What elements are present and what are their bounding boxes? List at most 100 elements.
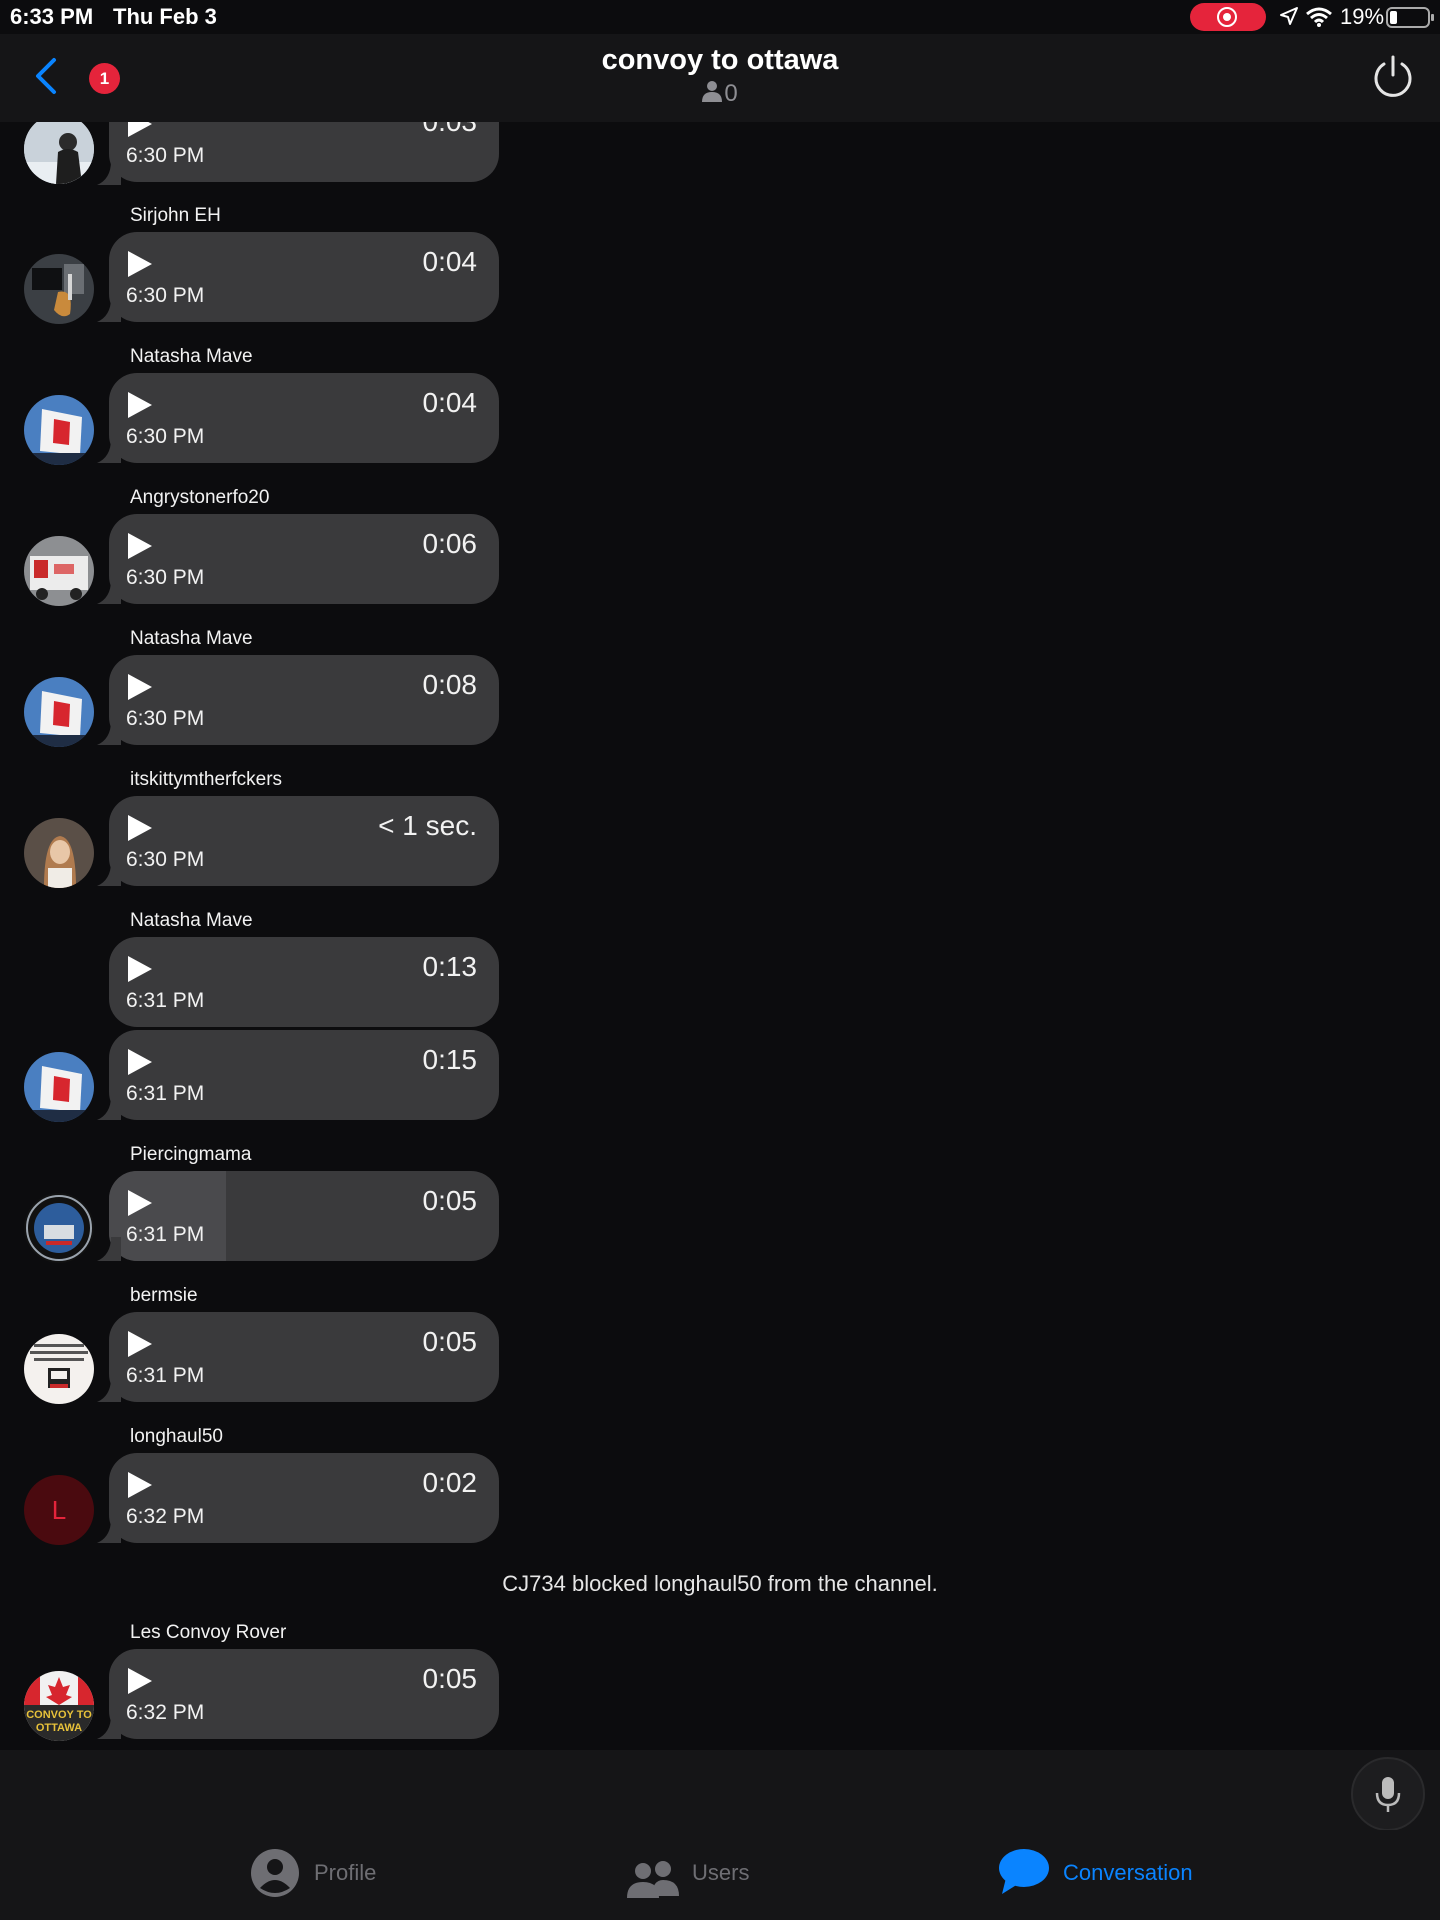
play-icon[interactable]	[126, 122, 154, 139]
bubble-tail	[97, 1378, 121, 1402]
battery-percent: 19%	[1340, 4, 1385, 29]
voice-message-bubble[interactable]: 0:06 6:30 PM	[109, 514, 499, 604]
chat-bubble-icon	[999, 1849, 1049, 1894]
play-icon[interactable]	[126, 390, 154, 420]
voice-message-bubble[interactable]: 0:04 6:30 PM	[109, 373, 499, 463]
bubble-tail	[97, 298, 121, 322]
avatar[interactable]	[24, 1193, 94, 1263]
power-icon[interactable]	[1370, 54, 1416, 100]
system-message: CJ734 blocked longhaul50 from the channe…	[502, 1571, 938, 1596]
sender-name: Sirjohn EH	[130, 205, 221, 226]
message-time: 6:30 PM	[126, 284, 205, 307]
avatar[interactable]	[24, 254, 94, 324]
avatar[interactable]	[24, 536, 94, 606]
voice-message-bubble[interactable]: 0:05 6:31 PM	[109, 1171, 499, 1261]
screen-recording-indicator[interactable]	[1190, 3, 1266, 31]
message-time: 6:30 PM	[126, 566, 205, 589]
message-duration: 0:04	[422, 246, 478, 277]
play-icon[interactable]	[126, 954, 154, 984]
sender-name: itskittymtherfckers	[130, 769, 283, 790]
wifi-icon	[1306, 7, 1332, 27]
message-duration: 0:04	[422, 387, 478, 418]
person-icon	[702, 81, 723, 102]
message-time: 6:30 PM	[126, 425, 205, 448]
voice-message-bubble[interactable]: 0:05 6:32 PM	[109, 1649, 499, 1739]
tab-label: Users	[692, 1860, 750, 1885]
message-time: 6:31 PM	[126, 1082, 205, 1105]
sender-name: Les Convoy Rover	[130, 1622, 287, 1643]
play-icon[interactable]	[126, 1666, 154, 1696]
message-duration: 0:13	[422, 951, 478, 982]
message-duration: 0:15	[422, 1044, 478, 1075]
voice-message-bubble[interactable]: 0:15 6:31 PM	[109, 1030, 499, 1120]
play-icon[interactable]	[126, 1329, 154, 1359]
voice-message-bubble[interactable]: 0:13 6:31 PM	[109, 937, 499, 1027]
tab-profile[interactable]: Profile	[250, 1830, 390, 1920]
tab-users[interactable]: Users	[625, 1830, 755, 1920]
avatar-logo-text: CONVOY TO OTTAWA	[26, 1709, 92, 1734]
voice-message-bubble[interactable]: 0:05 6:31 PM	[109, 1312, 499, 1402]
play-icon[interactable]	[126, 672, 154, 702]
avatar[interactable]	[24, 818, 94, 888]
sender-name: Piercingmama	[130, 1144, 252, 1165]
avatar[interactable]	[24, 677, 94, 747]
sender-name: Angrystonerfo20	[130, 487, 270, 508]
message-duration: 0:05	[422, 1663, 478, 1694]
bubble-tail	[97, 1519, 121, 1543]
member-count: 0	[0, 80, 1440, 108]
avatar[interactable]: CONVOY TO OTTAWA	[24, 1671, 94, 1741]
tab-label: Profile	[314, 1860, 377, 1885]
sender-name: Natasha Mave	[130, 628, 253, 649]
message-duration: < 1 sec.	[378, 810, 477, 841]
voice-message-bubble[interactable]: < 1 sec. 6:30 PM	[109, 796, 499, 886]
bubble-tail	[97, 1096, 121, 1120]
bubble-tail	[97, 161, 121, 185]
sender-name: Natasha Mave	[130, 346, 253, 367]
tab-bar: Profile Users Conversation	[0, 1830, 1440, 1920]
message-duration: 0:03	[423, 122, 478, 138]
message-time: 6:30 PM	[126, 848, 205, 871]
profile-icon	[251, 1849, 299, 1897]
bubble-tail	[97, 1237, 121, 1261]
play-icon[interactable]	[126, 813, 154, 843]
sender-name: Natasha Mave	[130, 910, 253, 931]
voice-message-bubble[interactable]: 0:04 6:30 PM	[109, 232, 499, 322]
message-duration: 0:06	[422, 528, 478, 559]
battery-icon	[1386, 7, 1434, 28]
message-duration: 0:05	[422, 1185, 478, 1216]
sender-name: bermsie	[130, 1285, 198, 1306]
message-time: 6:30 PM	[126, 707, 205, 730]
message-duration: 0:02	[422, 1467, 478, 1498]
message-list[interactable]: 0:03 6:30 PM Sirjohn EH 0:04 6:30 PM Nat…	[0, 122, 1440, 1750]
voice-message-bubble[interactable]: 0:08 6:30 PM	[109, 655, 499, 745]
sender-name: longhaul50	[130, 1426, 223, 1447]
voice-message-bubble[interactable]: 0:03 6:30 PM	[109, 122, 499, 182]
voice-message-bubble[interactable]: 0:02 6:32 PM	[109, 1453, 499, 1543]
push-to-talk-button[interactable]	[1351, 1757, 1425, 1831]
play-icon[interactable]	[126, 531, 154, 561]
bubble-tail	[97, 580, 121, 604]
tab-label: Conversation	[1063, 1860, 1193, 1885]
play-icon[interactable]	[126, 249, 154, 279]
bubble-tail	[97, 1715, 121, 1739]
avatar[interactable]	[24, 122, 94, 184]
message-time: 6:30 PM	[126, 144, 205, 167]
avatar[interactable]	[24, 1334, 94, 1404]
avatar-initial[interactable]: L	[24, 1475, 94, 1545]
message-time: 6:32 PM	[126, 1701, 205, 1724]
play-icon[interactable]	[126, 1188, 154, 1218]
status-date: Thu Feb 3	[113, 4, 217, 29]
microphone-icon	[1375, 1777, 1401, 1812]
avatar[interactable]	[24, 395, 94, 465]
bubble-tail	[97, 439, 121, 463]
tab-conversation[interactable]: Conversation	[998, 1830, 1198, 1920]
channel-header: 1 convoy to ottawa 0	[0, 34, 1440, 122]
member-count-value: 0	[724, 80, 738, 107]
play-icon[interactable]	[126, 1047, 154, 1077]
message-time: 6:31 PM	[126, 1364, 205, 1387]
avatar[interactable]	[24, 1052, 94, 1122]
message-time: 6:31 PM	[126, 989, 205, 1012]
play-icon[interactable]	[126, 1470, 154, 1500]
message-time: 6:32 PM	[126, 1505, 205, 1528]
message-duration: 0:08	[422, 669, 478, 700]
